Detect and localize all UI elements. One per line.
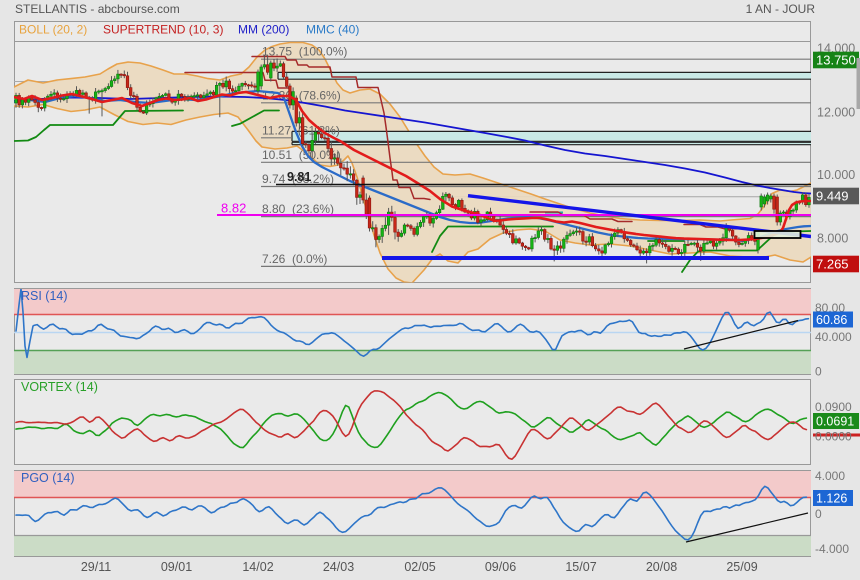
svg-text:4.000: 4.000: [815, 469, 845, 483]
svg-text:PGO (14): PGO (14): [21, 471, 75, 485]
svg-text:MM (200): MM (200): [238, 23, 289, 37]
svg-text:8.82: 8.82: [221, 201, 246, 216]
svg-text:VORTEX (14): VORTEX (14): [21, 380, 98, 394]
svg-text:9.449: 9.449: [816, 189, 849, 204]
svg-text:20/08: 20/08: [646, 560, 677, 574]
svg-text:10.51 (50.0%): 10.51 (50.0%): [262, 148, 341, 162]
svg-text:09/01: 09/01: [161, 560, 192, 574]
svg-text:15/07: 15/07: [565, 560, 596, 574]
svg-text:BOLL (20, 2): BOLL (20, 2): [19, 23, 87, 37]
svg-text:25/09: 25/09: [726, 560, 757, 574]
svg-text:RSI (14): RSI (14): [21, 289, 68, 303]
svg-text:1 AN - JOUR: 1 AN - JOUR: [746, 2, 816, 16]
svg-text:29/11: 29/11: [81, 560, 111, 574]
svg-text:0.0000: 0.0000: [815, 430, 852, 444]
svg-text:0: 0: [815, 507, 822, 521]
svg-text:40.000: 40.000: [815, 330, 852, 344]
svg-text:10.000: 10.000: [817, 168, 855, 182]
svg-text:-4.000: -4.000: [815, 542, 849, 556]
svg-text:12.36 (78.6%): 12.36 (78.6%): [262, 88, 341, 102]
svg-text:7.265: 7.265: [816, 257, 849, 272]
svg-text:9.81: 9.81: [287, 170, 311, 184]
svg-text:MMC (40): MMC (40): [306, 23, 359, 37]
svg-text:1.126: 1.126: [816, 492, 847, 506]
svg-text:STELLANTIS - abcbourse.com: STELLANTIS - abcbourse.com: [15, 2, 180, 16]
svg-text:24/03: 24/03: [323, 560, 354, 574]
svg-text:0.0691: 0.0691: [816, 415, 854, 429]
svg-text:0.0900: 0.0900: [815, 400, 852, 414]
svg-text:7.26 (0.0%): 7.26 (0.0%): [262, 252, 327, 266]
svg-text:12.000: 12.000: [817, 106, 855, 120]
svg-text:09/06: 09/06: [485, 560, 516, 574]
svg-text:0: 0: [815, 365, 822, 379]
svg-text:14/02: 14/02: [242, 560, 273, 574]
svg-text:60.86: 60.86: [816, 313, 847, 327]
svg-text:02/05: 02/05: [404, 560, 435, 574]
svg-text:8.000: 8.000: [817, 232, 848, 246]
svg-text:SUPERTREND (10, 3): SUPERTREND (10, 3): [103, 23, 223, 37]
svg-text:13.750: 13.750: [816, 53, 856, 68]
